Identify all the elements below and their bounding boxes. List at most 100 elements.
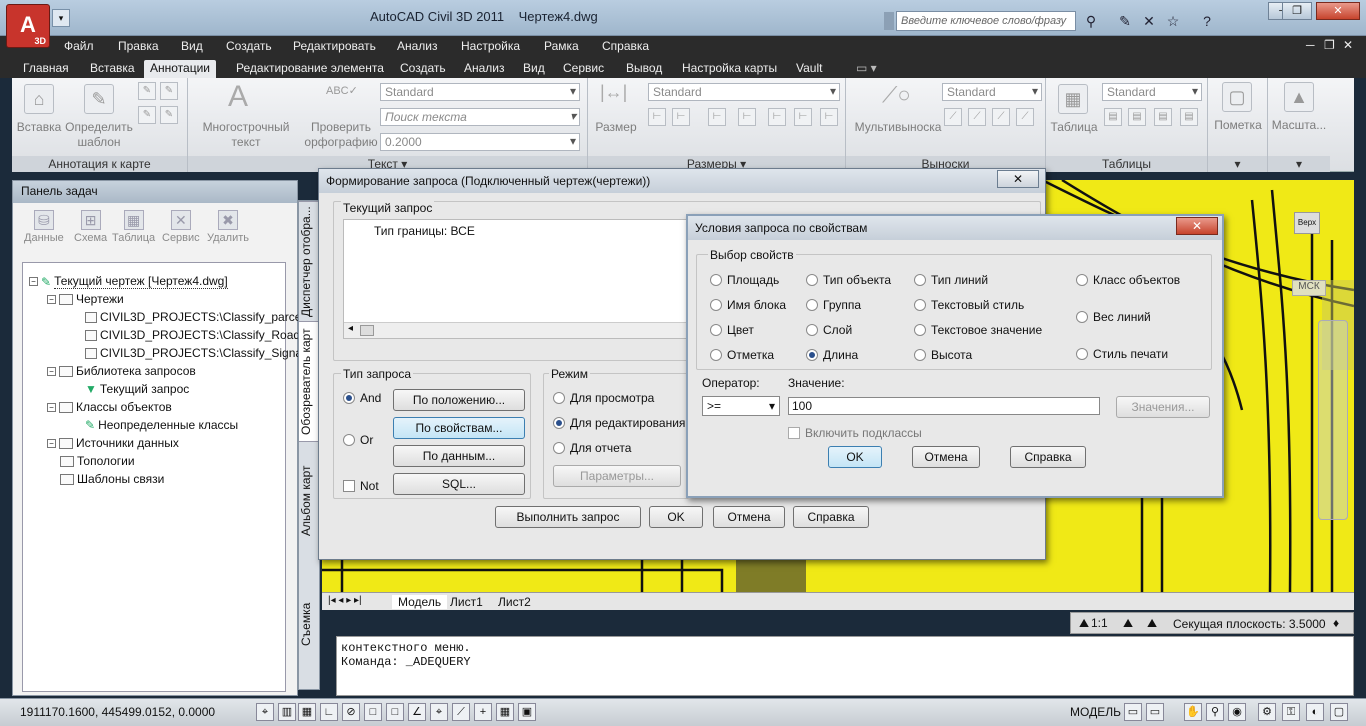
dim-tool-icon[interactable]: ⊢ [738, 108, 756, 126]
prop-block-name-radio[interactable]: Имя блока [710, 298, 786, 312]
doc-restore-button[interactable]: ❐ [1324, 38, 1335, 52]
spell-check-icon[interactable]: ABC✓ [326, 84, 358, 97]
dyn-icon[interactable]: ⟋ [452, 703, 470, 721]
prop-color-radio[interactable]: Цвет [710, 323, 754, 337]
quick-access-dropdown[interactable]: ▾ [52, 9, 70, 27]
table-label[interactable]: Таблица [1048, 120, 1100, 134]
dim-tool-icon[interactable]: ⊢ [820, 108, 838, 126]
close-button[interactable]: ✕ [1316, 2, 1360, 20]
tree-node-data-sources[interactable]: − Источники данных [47, 436, 179, 450]
tab-insert[interactable]: Вставка [84, 60, 141, 78]
mode-view-radio[interactable]: Для просмотра [553, 391, 654, 405]
text-height-select[interactable]: 0.2000 [380, 133, 580, 151]
menu-modify[interactable]: Редактировать [293, 39, 376, 53]
leader-tool-icon[interactable]: ⟋ [1016, 108, 1034, 126]
polar-icon[interactable]: ⊘ [342, 703, 360, 721]
ok-button[interactable]: OK [649, 506, 703, 528]
tab-map-explorer[interactable]: Обозреватель карт [299, 321, 319, 441]
table-tool-icon[interactable]: ▤ [1128, 108, 1146, 126]
dialog-close-button[interactable]: ✕ [1176, 217, 1218, 235]
menu-file[interactable]: Файл [64, 39, 94, 53]
tab-modify-element[interactable]: Редактирование элемента [230, 60, 390, 78]
dialog-close-button[interactable]: ✕ [997, 170, 1039, 188]
tab-vault[interactable]: Vault [790, 60, 828, 78]
menu-settings[interactable]: Настройка [461, 39, 520, 53]
pan-icon[interactable]: ✋ [1184, 703, 1202, 721]
doc-close-button[interactable]: ✕ [1343, 38, 1353, 52]
tree-node-topologies[interactable]: Топологии [60, 454, 135, 468]
spell-check-label[interactable]: Проверить орфографию [302, 120, 380, 150]
prop-area-radio[interactable]: Площадь [710, 273, 779, 287]
dim-tool-icon[interactable]: ⊢ [648, 108, 666, 126]
menu-edit[interactable]: Правка [118, 39, 159, 53]
execute-query-button[interactable]: Выполнить запрос [495, 506, 641, 528]
tab-layout1[interactable]: Лист1 [450, 595, 483, 609]
prop-lineweight-radio[interactable]: Вес линий [1076, 310, 1151, 324]
ortho-icon[interactable]: ∟ [320, 703, 338, 721]
delete-tool[interactable]: ✖ Удалить [207, 210, 249, 244]
tree-node-drawing[interactable]: CIVIL3D_PROJECTS:\Classify_parce [85, 310, 301, 324]
help-icon[interactable]: ? [1198, 12, 1216, 30]
isolate-icon[interactable]: ◐ [1306, 703, 1324, 721]
data-tool[interactable]: ⛁ Данные [24, 210, 64, 244]
mode-edit-radio[interactable]: Для редактирования [553, 416, 685, 430]
leader-style-select[interactable]: Standard [942, 83, 1042, 101]
dim-style-select[interactable]: Standard [648, 83, 840, 101]
lwt-icon[interactable]: + [474, 703, 492, 721]
prop-height-radio[interactable]: Высота [914, 348, 972, 362]
scale-label[interactable]: Масшта... [1268, 118, 1330, 132]
viewcube[interactable]: Верх [1294, 212, 1320, 234]
tree-node-query-library[interactable]: − Библиотека запросов [47, 364, 196, 378]
tree-node-link-templates[interactable]: Шаблоны связи [60, 472, 164, 486]
dim-tool-icon[interactable]: ⊢ [768, 108, 786, 126]
tab-annotate[interactable]: Аннотации [144, 60, 216, 78]
include-subclasses-checkbox[interactable]: Включить подклассы [788, 426, 922, 440]
table-tool-icon[interactable]: ▤ [1180, 108, 1198, 126]
grid-icon[interactable]: ▦ [298, 703, 316, 721]
annotation-visibility-icon[interactable]: ⛰ [1123, 616, 1133, 631]
multileader-label[interactable]: Мультивыноска [850, 120, 946, 134]
restore-button[interactable]: ❐ [1282, 2, 1312, 20]
annotation-tool-icon[interactable]: ✎ [160, 82, 178, 100]
subscription-icon[interactable]: ✎ [1116, 12, 1134, 30]
prop-group-radio[interactable]: Группа [806, 298, 861, 312]
snap-icon[interactable]: ▥ [278, 703, 296, 721]
by-location-button[interactable]: По положению... [393, 389, 525, 411]
tab-output[interactable]: Вывод [620, 60, 668, 78]
tree-node-object-classes[interactable]: − Классы объектов [47, 400, 172, 414]
dimension-icon[interactable]: |↔| [600, 82, 627, 103]
annotation-scale-value[interactable]: 1:1 [1091, 616, 1108, 630]
dimension-label[interactable]: Размер [592, 120, 640, 134]
menu-frame[interactable]: Рамка [544, 39, 579, 53]
osnap-icon[interactable]: □ [364, 703, 382, 721]
favorites-star-icon[interactable]: ☆ [1164, 12, 1182, 30]
multileader-icon[interactable]: ⟋○ [882, 82, 911, 108]
prop-text-value-radio[interactable]: Текстовое значение [914, 323, 1042, 337]
workspace-icon[interactable]: ⚙ [1258, 703, 1276, 721]
tree-node-drawing[interactable]: CIVIL3D_PROJECTS:\Classify_Road [85, 328, 300, 342]
table-style-select[interactable]: Standard [1102, 83, 1202, 101]
prop-layer-radio[interactable]: Слой [806, 323, 852, 337]
leader-tool-icon[interactable]: ⟋ [944, 108, 962, 126]
prop-elevation-radio[interactable]: Отметка [710, 348, 774, 362]
annotation-scale-icon[interactable]: ⛰ [1079, 616, 1089, 631]
insert-label[interactable]: Вставка [14, 120, 64, 134]
menu-analysis[interactable]: Анализ [397, 39, 438, 53]
tab-create[interactable]: Создать [394, 60, 452, 78]
infer-icon[interactable]: ⌖ [256, 703, 274, 721]
tab-map-setup[interactable]: Настройка карты [676, 60, 783, 78]
tab-analysis[interactable]: Анализ [458, 60, 511, 78]
tree-node-current-drawing[interactable]: − ✎ Текущий чертеж [Чертеж4.dwg] [29, 274, 228, 289]
dim-tool-icon[interactable]: ⊢ [672, 108, 690, 126]
values-button[interactable]: Значения... [1116, 396, 1210, 418]
and-radio[interactable]: And [343, 391, 381, 405]
operator-select[interactable]: >= ▾ [702, 396, 780, 416]
search-input[interactable]: Введите ключевое слово/фразу [896, 11, 1076, 31]
help-button[interactable]: Справка [1010, 446, 1086, 468]
table-icon[interactable]: ▦ [1058, 84, 1088, 114]
mode-report-radio[interactable]: Для отчета [553, 441, 631, 455]
search-expand-icon[interactable] [884, 12, 894, 30]
layout-nav-arrows[interactable]: |◂ ◂ ▸ ▸| [328, 595, 362, 606]
tree-node-undefined-classes[interactable]: ✎ Неопределенные классы [85, 418, 238, 432]
tpy-icon[interactable]: ▦ [496, 703, 514, 721]
